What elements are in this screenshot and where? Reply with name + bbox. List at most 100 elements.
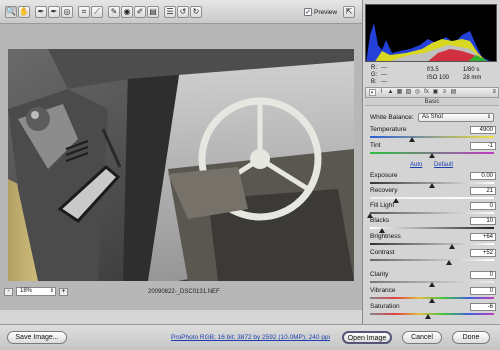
rotate-cw-icon[interactable]: ↻ [190,6,202,18]
fill-light-slider[interactable]: Fill Light 0 [367,202,496,218]
tone-curve-icon[interactable]: ⌇ [378,89,385,96]
tint-thumb[interactable] [429,153,435,158]
spot-removal-icon[interactable]: ✎ [108,6,120,18]
hand-icon[interactable]: ✋ [18,6,30,18]
hsl-icon[interactable]: ▦ [396,89,403,96]
fullscreen-icon[interactable]: ⇱ [343,6,355,18]
auto-link[interactable]: Auto [410,162,422,168]
section-title: Basic [365,98,499,106]
saturation-thumb[interactable] [425,314,432,319]
adjustments-panel: R: --- G: --- B: --- f/3.5 1/80 s ISO 10… [362,0,500,324]
workflow-options-link[interactable]: ProPhoto RGB; 16 bit; 3872 by 2592 (10.0… [171,334,330,341]
tool-group: 🔍 ✋ ✒ ✒ ◎ ⌗ ⟋ ✎ ◉ ✐ ▤ ☰ ↺ ↻ [5,6,202,18]
clarity-label: Clarity [370,271,389,278]
aperture-value: f/3.5 [427,67,439,73]
blacks-label: Blacks [370,217,390,224]
zoom-control: - 18% ⇕ + [4,287,68,296]
tint-value-field[interactable]: -1 [470,142,496,150]
aperture-icon[interactable]: ◐ [369,89,376,96]
clarity-slider[interactable]: Clarity 0 [370,271,496,287]
r-label: R: [371,65,377,71]
temperature-track[interactable] [370,136,494,138]
save-image-button[interactable]: Save Image... [7,331,67,344]
adjustment-brush-icon[interactable]: ✐ [134,6,146,18]
recovery-value-field[interactable]: 21 [470,187,496,195]
recovery-slider[interactable]: Recovery 21 [370,187,496,203]
b-label: B: [371,79,377,85]
filename-label: 20090822-_DSC0131.NEF [148,289,220,295]
clarity-value-field[interactable]: 0 [470,271,496,279]
saturation-value-field[interactable]: -6 [470,303,496,311]
contrast-track[interactable] [370,259,494,261]
brightness-track[interactable] [370,243,494,245]
pixel-info: R: --- G: --- B: --- f/3.5 1/80 s ISO 10… [367,63,497,85]
zoom-in-button[interactable]: + [59,287,68,296]
white-balance-row: White Balance: As Shot ⇕ [370,113,496,123]
contrast-thumb[interactable] [446,260,453,265]
contrast-value-field[interactable]: +52 [470,249,496,257]
done-button[interactable]: Done [452,331,490,344]
saturation-slider[interactable]: Saturation -6 [370,303,496,319]
preview-toggle[interactable]: ✓ Preview [304,8,337,16]
zoom-out-button[interactable]: - [4,287,13,296]
panel-tabs: ◐ ⌇ ▲ ▦ ▧ ◎ fx ▣ ≡ ▤ ≡ [365,87,499,98]
iso-value: ISO 100 [427,75,450,81]
panel-menu-icon[interactable]: ≡ [492,89,496,95]
lens-icon[interactable]: ◎ [414,89,421,96]
target-adjust-icon[interactable]: ◎ [61,6,73,18]
fx-icon[interactable]: fx [423,89,430,96]
vibrance-slider[interactable]: Vibrance 0 [370,287,496,303]
contrast-slider[interactable]: Contrast +52 [370,249,496,265]
white-balance-icon[interactable]: ✒ [35,6,47,18]
straighten-icon[interactable]: ⟋ [91,6,103,18]
tint-label: Tint [370,142,381,149]
focal-length-value: 28 mm [463,75,482,81]
recovery-track[interactable] [370,197,494,199]
contrast-label: Contrast [370,249,395,256]
blacks-track[interactable] [370,227,494,229]
g-label: G: [371,72,378,78]
fill-light-value-field[interactable]: 0 [470,202,496,210]
brightness-slider[interactable]: Brightness +64 [370,233,496,249]
g-value: --- [381,72,387,78]
temperature-label: Temperature [370,126,407,133]
saturation-track[interactable] [370,313,494,315]
zoom-level-select[interactable]: 18% ⇕ [16,287,56,296]
white-balance-label: White Balance: [370,114,414,121]
vibrance-label: Vibrance [370,287,396,294]
brightness-value-field[interactable]: +64 [470,233,496,241]
photo-image [8,49,354,281]
exposure-value-field[interactable]: 0.00 [470,172,496,180]
blacks-slider[interactable]: Blacks 10 [370,217,496,233]
preferences-icon[interactable]: ☰ [164,6,176,18]
exposure-slider[interactable]: Exposure 0.00 [370,172,496,188]
crop-icon[interactable]: ⌗ [78,6,90,18]
rotate-ccw-icon[interactable]: ↺ [177,6,189,18]
detail-icon[interactable]: ▲ [387,89,394,96]
tint-slider[interactable]: Tint -1 [370,142,496,158]
presets-icon[interactable]: ≡ [441,89,448,96]
fill-light-track[interactable] [370,212,494,214]
zoom-icon[interactable]: 🔍 [5,6,17,18]
white-balance-select[interactable]: As Shot ⇕ [418,113,494,122]
toolbar: 🔍 ✋ ✒ ✒ ◎ ⌗ ⟋ ✎ ◉ ✐ ▤ ☰ ↺ ↻ ✓ Preview ⇱ [0,0,362,24]
chevron-updown-icon: ⇕ [486,114,491,120]
default-link[interactable]: Default [434,162,453,168]
graduated-filter-icon[interactable]: ▤ [147,6,159,18]
split-tone-icon[interactable]: ▧ [405,89,412,96]
camera-calibration-icon[interactable]: ▣ [432,89,439,96]
red-eye-icon[interactable]: ◉ [121,6,133,18]
blacks-value-field[interactable]: 10 [470,217,496,225]
open-image-button[interactable]: Open Image [342,331,392,344]
temperature-value-field[interactable]: 4900 [470,126,496,134]
photo-preview [8,49,354,281]
image-preview-area [0,24,362,310]
snapshots-icon[interactable]: ▤ [450,89,457,96]
zoom-level-value: 18% [20,288,33,294]
cancel-button[interactable]: Cancel [402,331,442,344]
vibrance-value-field[interactable]: 0 [470,287,496,295]
preview-checkbox[interactable]: ✓ [304,8,312,16]
temperature-slider[interactable]: Temperature 4900 [370,126,496,142]
recovery-label: Recovery [370,187,398,194]
color-sampler-icon[interactable]: ✒ [48,6,60,18]
